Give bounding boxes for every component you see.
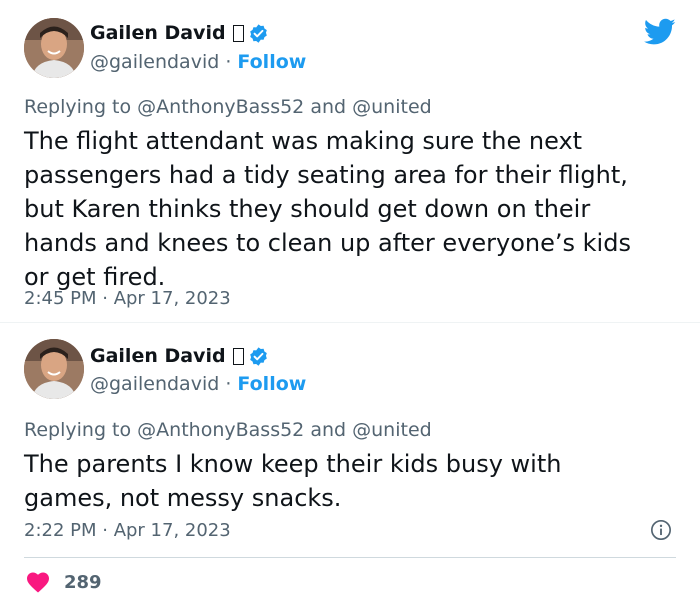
handle-row: @gailendavid · Follow (90, 51, 306, 73)
tweet-timestamp[interactable]: 2:22 PM · Apr 17, 2023 (24, 520, 231, 541)
info-icon[interactable] (650, 519, 672, 541)
follow-button[interactable]: Follow (237, 51, 306, 73)
verified-badge-icon (249, 346, 267, 366)
display-name[interactable]: Gailen David (90, 345, 226, 367)
avatar[interactable] (24, 339, 84, 399)
tweet-text: The flight attendant was making sure the… (24, 127, 631, 291)
replying-to: Replying to @AnthonyBass52 and @united (24, 96, 432, 118)
handle-row: @gailendavid · Follow (90, 373, 306, 395)
replying-to-label: Replying to (24, 419, 132, 441)
display-name[interactable]: Gailen David (90, 22, 226, 44)
like-action[interactable]: 289 (26, 571, 102, 593)
replying-to-label: Replying to (24, 96, 132, 118)
mention-link[interactable]: @united (352, 419, 432, 441)
emoji-placeholder (232, 347, 244, 365)
follow-button[interactable]: Follow (237, 373, 306, 395)
replying-to-and: and (310, 96, 347, 118)
avatar[interactable] (24, 18, 84, 78)
mention-link[interactable]: @AnthonyBass52 (137, 96, 304, 118)
handle[interactable]: @gailendavid (90, 373, 219, 395)
author-name-row: Gailen David (90, 345, 269, 367)
separator: · (225, 373, 232, 395)
like-count: 289 (64, 571, 102, 593)
tweet-card: Gailen David @gailendavid · Follow Reply… (0, 0, 700, 322)
tweet-timestamp[interactable]: 2:45 PM · Apr 17, 2023 (24, 288, 231, 309)
twitter-bird-icon[interactable] (644, 18, 676, 46)
author-name-row: Gailen David (90, 22, 269, 44)
separator: · (225, 51, 232, 73)
replying-to: Replying to @AnthonyBass52 and @united (24, 419, 432, 441)
tweet-card: Gailen David @gailendavid · Follow Reply… (0, 322, 700, 609)
emoji-placeholder (232, 24, 244, 42)
divider (24, 557, 676, 558)
verified-badge-icon (249, 23, 267, 43)
replying-to-and: and (310, 419, 347, 441)
mention-link[interactable]: @united (352, 96, 432, 118)
heart-icon[interactable] (26, 571, 50, 593)
handle[interactable]: @gailendavid (90, 51, 219, 73)
tweet-text: The parents I know keep their kids busy … (24, 450, 562, 512)
mention-link[interactable]: @AnthonyBass52 (137, 419, 304, 441)
